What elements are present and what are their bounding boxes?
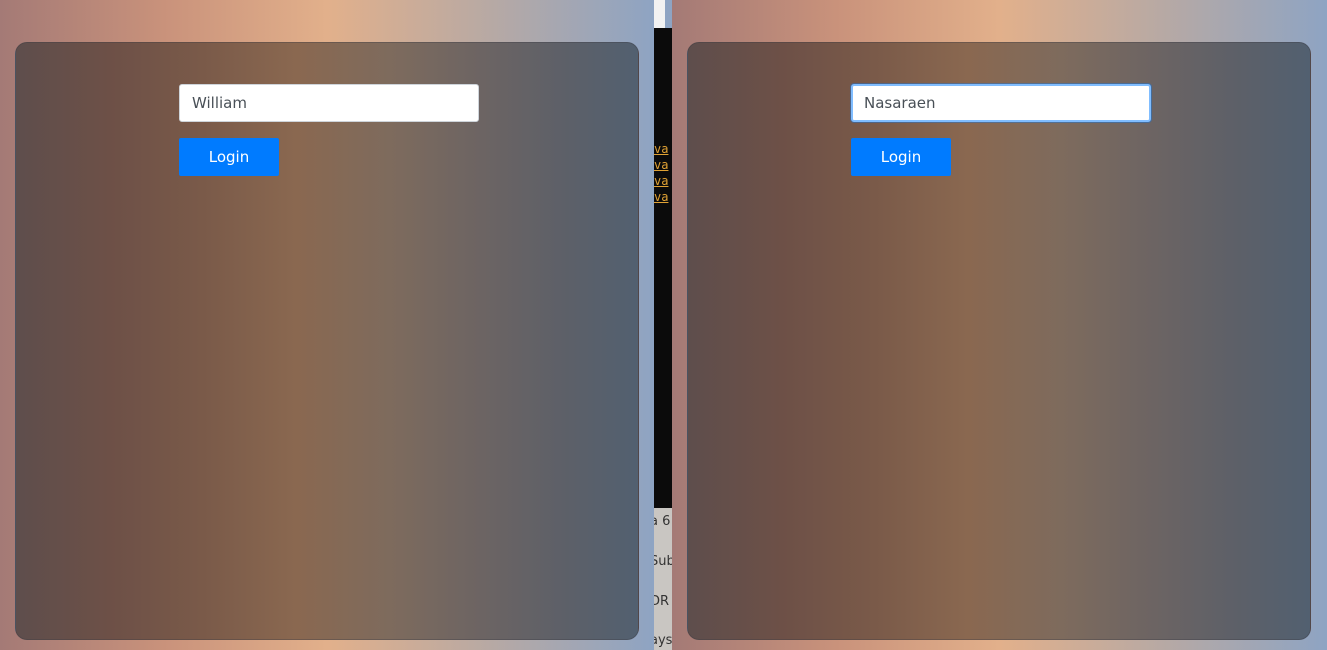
login-card: Login (687, 42, 1311, 640)
background-window-top (654, 0, 672, 28)
login-button[interactable]: Login (851, 138, 951, 176)
background-code-line: va (654, 142, 669, 156)
login-button[interactable]: Login (179, 138, 279, 176)
login-card: Login (15, 42, 639, 640)
background-text: Sub (654, 554, 672, 569)
right-window: Login (672, 0, 1327, 650)
background-text: DR (654, 594, 670, 609)
left-window: Login (0, 0, 654, 650)
username-input[interactable] (851, 84, 1151, 122)
background-code-line: va (654, 174, 669, 188)
background-text: ays (654, 633, 672, 648)
username-input[interactable] (179, 84, 479, 122)
background-code-line: va (654, 158, 669, 172)
background-window-bottom: a 6 Sub DR ays (654, 508, 672, 650)
background-window-strip: va va va va a 6 Sub DR ays (654, 0, 672, 650)
background-text: a 6 (654, 514, 671, 529)
background-code-line: va (654, 190, 669, 204)
